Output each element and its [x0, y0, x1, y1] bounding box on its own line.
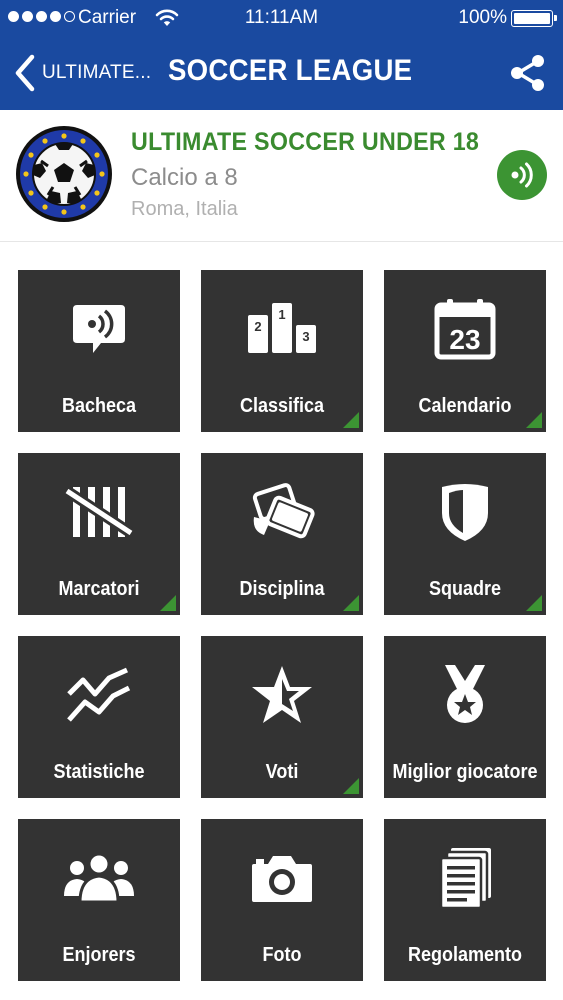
share-icon[interactable]	[509, 54, 547, 92]
tile-label: Disciplina	[239, 578, 325, 600]
cards-icon	[252, 483, 315, 539]
tile-foto[interactable]: Foto	[201, 819, 363, 981]
back-button[interactable]: ULTIMATE...	[14, 50, 151, 96]
battery-percentage: 100%	[458, 7, 507, 28]
league-location: Roma, Italia	[131, 198, 238, 220]
new-content-indicator	[343, 595, 359, 611]
navigation-bar: ULTIMATE... SOCCER LEAGUE	[0, 36, 563, 110]
podium-number-1: 1	[278, 307, 285, 322]
tile-label: Regolamento	[407, 944, 523, 966]
battery-icon	[511, 10, 557, 27]
tile-label: Voti	[265, 761, 299, 783]
tile-label: Enjorers	[62, 944, 136, 966]
tile-label: Classifica	[239, 395, 325, 417]
tile-regolamento[interactable]: Regolamento	[384, 819, 546, 981]
camera-icon	[252, 856, 312, 902]
tile-label: Miglior giocatore	[392, 761, 538, 783]
new-content-indicator	[343, 778, 359, 794]
tile-label: Foto	[262, 944, 302, 966]
league-sport: Calcio a 8	[131, 164, 238, 191]
podium-icon: 2 1 3	[248, 303, 316, 353]
back-button-label: ULTIMATE...	[42, 62, 152, 83]
tile-classifica[interactable]: 2 1 3 Classifica	[201, 270, 363, 432]
chevron-left-icon	[15, 54, 35, 92]
new-content-indicator	[343, 412, 359, 428]
document-icon	[439, 848, 491, 910]
tile-disciplina[interactable]: Disciplina	[201, 453, 363, 615]
stats-lines-icon	[67, 667, 131, 722]
menu-grid: Bacheca 2 1 3 Classifica 23 Calendario M…	[0, 242, 563, 1000]
tile-squadre[interactable]: Squadre	[384, 453, 546, 615]
top-bar: Carrier 11:11AM 100% ULTIMATE... SOCCER …	[0, 0, 563, 110]
tile-label: Bacheca	[61, 395, 137, 417]
league-logo	[16, 126, 112, 222]
podium-number-3: 3	[302, 329, 309, 344]
tile-bacheca[interactable]: Bacheca	[18, 270, 180, 432]
league-name: ULTIMATE SOCCER UNDER 18	[131, 128, 480, 156]
new-content-indicator	[526, 595, 542, 611]
star-icon	[252, 666, 312, 723]
tally-marks-icon	[65, 486, 133, 538]
league-header: ULTIMATE SOCCER UNDER 18 Calcio a 8 Roma…	[0, 110, 563, 242]
tile-label: Calendario	[418, 395, 512, 417]
tile-label: Marcatori	[58, 578, 140, 600]
calendar-day: 23	[449, 324, 480, 355]
people-icon	[64, 852, 134, 904]
new-content-indicator	[526, 412, 542, 428]
follow-feed-button[interactable]	[497, 150, 547, 200]
chat-bubble-icon	[73, 305, 125, 353]
tile-marcatori[interactable]: Marcatori	[18, 453, 180, 615]
shield-icon	[442, 484, 488, 541]
tile-label: Statistiche	[53, 761, 145, 783]
broadcast-icon	[511, 162, 533, 188]
podium-number-2: 2	[254, 319, 261, 334]
tile-miglior-giocatore[interactable]: Miglior giocatore	[384, 636, 546, 798]
tile-label: Squadre	[428, 578, 502, 600]
medal-icon	[445, 665, 485, 723]
new-content-indicator	[160, 595, 176, 611]
tile-calendario[interactable]: 23 Calendario	[384, 270, 546, 432]
tile-statistiche[interactable]: Statistiche	[18, 636, 180, 798]
tile-voti[interactable]: Voti	[201, 636, 363, 798]
page-title: SOCCER LEAGUE	[168, 54, 413, 87]
calendar-icon: 23	[434, 299, 496, 360]
status-bar: Carrier 11:11AM 100%	[0, 0, 563, 36]
tile-enjorers[interactable]: Enjorers	[18, 819, 180, 981]
